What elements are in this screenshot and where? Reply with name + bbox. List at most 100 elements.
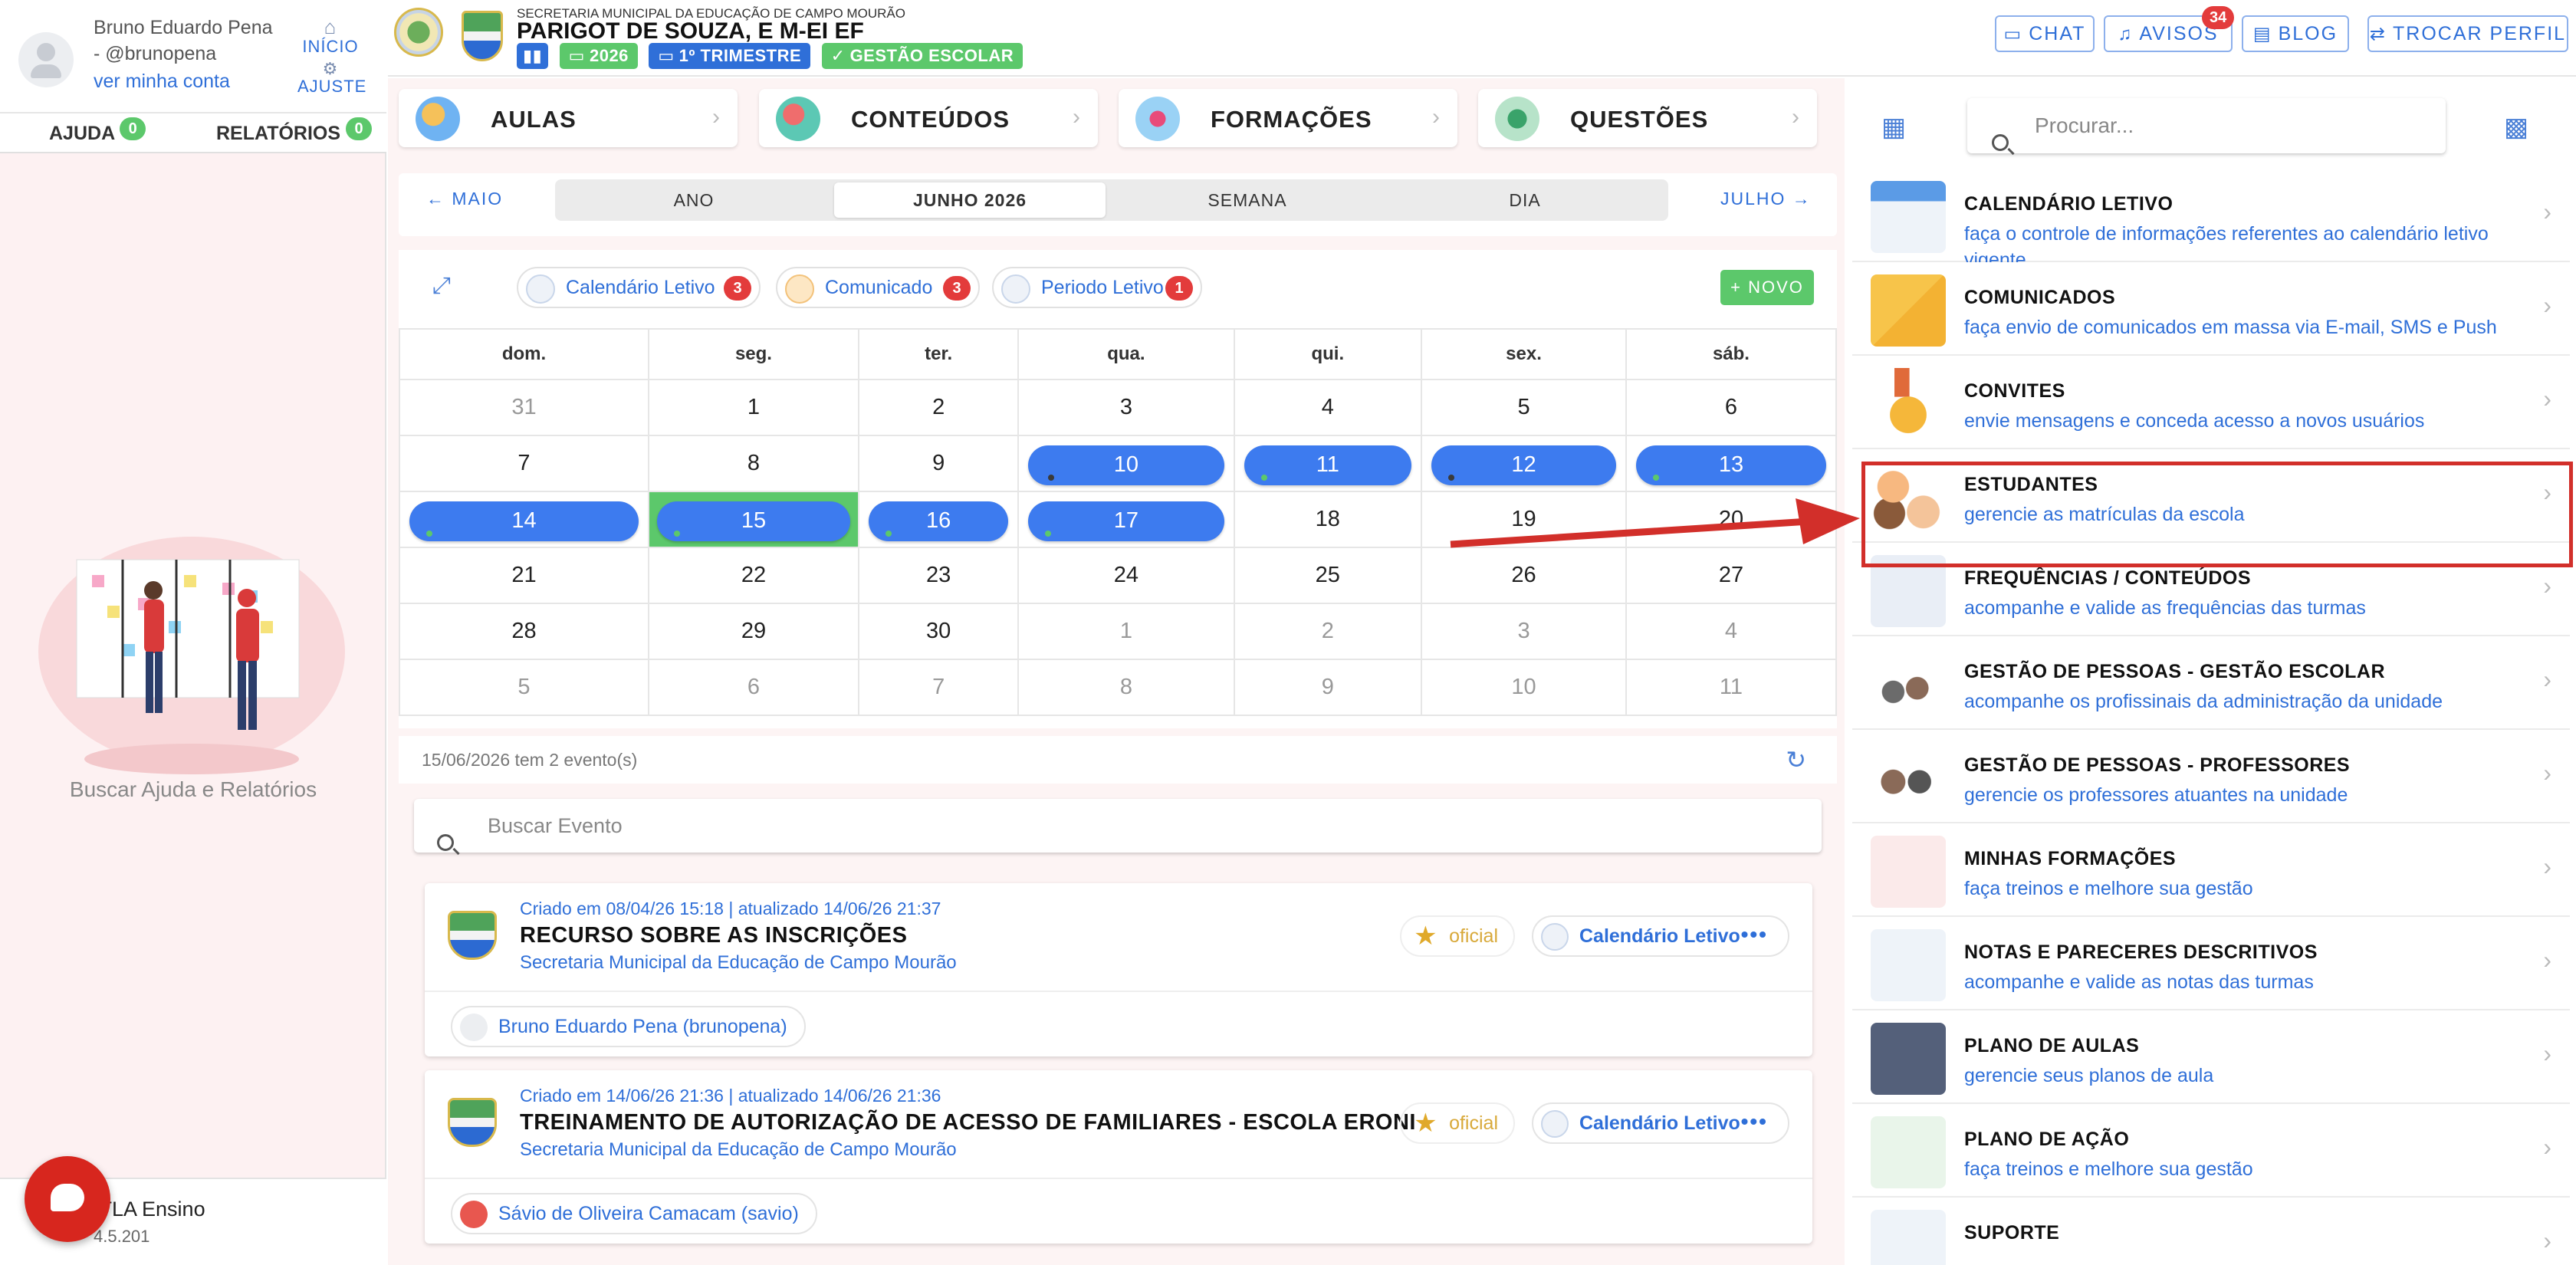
year-chip[interactable]: ▭ 2026 — [559, 43, 638, 69]
calendar-day[interactable]: 15 — [647, 491, 859, 548]
reports-tab[interactable]: RELATÓRIOS 0 — [216, 117, 372, 146]
calendar-day[interactable]: 3 — [1421, 603, 1627, 660]
term-chip[interactable]: ▭ 1º TRIMESTRE — [649, 43, 811, 69]
event-card[interactable]: Criado em 14/06/26 21:36 | atualizado 14… — [425, 1070, 1812, 1244]
calendar-day[interactable]: 9 — [1233, 659, 1423, 716]
menu-item[interactable]: CALENDÁRIO LETIVO faça o controle de info… — [1852, 169, 2570, 271]
event-card[interactable]: Criado em 08/04/26 15:18 | atualizado 14… — [425, 883, 1812, 1056]
calendar-day[interactable]: 2 — [1233, 603, 1423, 660]
event-category[interactable]: Calendário Letivo ••• — [1532, 1102, 1789, 1144]
menu-item[interactable]: COMUNICADOS faça envio de comunicados em … — [1852, 262, 2570, 356]
calendar-day[interactable]: 18 — [1233, 491, 1423, 548]
filter-periodo-letivo[interactable]: Periodo Letivo 1 — [992, 267, 1202, 308]
view-month[interactable]: JUNHO 2026 — [834, 182, 1106, 218]
module-conteudos[interactable]: CONTEÚDOS › — [759, 89, 1098, 147]
calendar-day[interactable]: 6 — [1625, 379, 1838, 436]
event-owner[interactable]: Sávio de Oliveira Camacam (savio) — [451, 1193, 817, 1234]
chat-bubble-button[interactable] — [25, 1156, 110, 1242]
prev-month-button[interactable]: ← MAIO — [426, 189, 503, 209]
account-link[interactable]: ver minha conta — [94, 71, 230, 93]
calendar-day[interactable]: 10 — [1421, 659, 1627, 716]
menu-item[interactable]: CONVITES envie mensagens e conceda acesso… — [1852, 356, 2570, 449]
filter-comunicado[interactable]: Comunicado 3 — [776, 267, 980, 308]
event-owner[interactable]: Bruno Eduardo Pena (brunopena) — [451, 1006, 806, 1047]
blog-button[interactable]: ▤ BLOG — [2242, 15, 2349, 52]
menu-item[interactable]: NOTAS E PARECERES DESCRITIVOS acompanhe e… — [1852, 917, 2570, 1010]
calendar-day[interactable]: 30 — [857, 603, 1020, 660]
calendar-day[interactable]: 11 — [1625, 659, 1838, 716]
next-month-button[interactable]: JULHO → — [1720, 189, 1812, 209]
calendar-day[interactable]: 27 — [1625, 547, 1838, 604]
event-category[interactable]: Calendário Letivo ••• — [1532, 915, 1789, 957]
module-questoes[interactable]: QUESTÕES › — [1478, 89, 1817, 147]
module-aulas[interactable]: AULAS › — [399, 89, 738, 147]
calendar-day[interactable]: 1 — [1017, 603, 1235, 660]
view-semana[interactable]: SEMANA — [1112, 182, 1383, 218]
event-day-pill[interactable]: 15 — [656, 501, 850, 541]
event-day-pill[interactable]: 14 — [409, 501, 639, 541]
menu-item[interactable]: GESTÃO DE PESSOAS - GESTÃO ESCOLAR acompa… — [1852, 636, 2570, 730]
calendar-day[interactable]: 12 — [1421, 435, 1627, 492]
stats-icon[interactable]: ▮▮ — [517, 43, 549, 69]
calendar-day[interactable]: 28 — [399, 603, 649, 660]
calendar-day[interactable]: 22 — [647, 547, 859, 604]
grid-view-icon[interactable]: ▦ — [1881, 112, 1906, 143]
mgmt-chip[interactable]: ✓ GESTÃO ESCOLAR — [821, 43, 1024, 69]
calendar-day[interactable]: 25 — [1233, 547, 1423, 604]
calendar-day[interactable]: 29 — [647, 603, 859, 660]
expand-icon[interactable]: ⤢ — [432, 273, 451, 299]
menu-item[interactable]: PLANO DE AULAS gerencie seus planos de au… — [1852, 1010, 2570, 1104]
module-formacoes[interactable]: FORMAÇÕES › — [1119, 89, 1457, 147]
event-day-pill[interactable]: 13 — [1635, 445, 1826, 485]
calendar-day[interactable]: 8 — [1017, 659, 1235, 716]
event-day-pill[interactable]: 16 — [868, 501, 1009, 541]
calendar-day[interactable]: 4 — [1625, 603, 1838, 660]
refresh-icon[interactable]: ↻ — [1786, 736, 1806, 784]
avatar[interactable] — [18, 32, 74, 87]
view-ano[interactable]: ANO — [558, 182, 830, 218]
calendar-day[interactable]: 13 — [1625, 435, 1838, 492]
calendar-day[interactable]: 11 — [1233, 435, 1423, 492]
calendar-day[interactable]: 2 — [857, 379, 1020, 436]
help-tab[interactable]: AJUDA 0 — [49, 117, 146, 146]
menu-item[interactable]: MINHAS FORMAÇÕES faça treinos e melhore s… — [1852, 823, 2570, 917]
event-day-pill[interactable]: 10 — [1028, 445, 1224, 485]
calendar-day[interactable]: 5 — [399, 659, 649, 716]
settings-button[interactable]: ⚙ AJUSTE — [297, 61, 366, 97]
menu-item[interactable]: GESTÃO DE PESSOAS - PROFESSORES gerencie … — [1852, 730, 2570, 823]
new-event-button[interactable]: + NOVO — [1720, 270, 1814, 305]
calendar-day[interactable]: 9 — [857, 435, 1020, 492]
chat-button[interactable]: ▭ CHAT — [1995, 15, 2095, 52]
event-day-pill[interactable]: 12 — [1431, 445, 1616, 485]
calendar-day[interactable]: 31 — [399, 379, 649, 436]
calendar-day[interactable]: 16 — [857, 491, 1020, 548]
calendar-day[interactable]: 14 — [399, 491, 649, 548]
switch-profile-button[interactable]: ⇄ TROCAR PERFIL — [2367, 15, 2568, 52]
qr-code-icon[interactable]: ▩ — [2504, 112, 2528, 143]
filter-calendario-letivo[interactable]: Calendário Letivo 3 — [517, 267, 761, 308]
calendar-day[interactable]: 24 — [1017, 547, 1235, 604]
panel-search-input[interactable]: Procurar... — [1967, 98, 2446, 153]
calendar-day[interactable]: 21 — [399, 547, 649, 604]
calendar-day[interactable]: 1 — [647, 379, 859, 436]
event-org[interactable]: Secretaria Municipal da Educação de Camp… — [520, 1139, 957, 1161]
calendar-day[interactable]: 17 — [1017, 491, 1235, 548]
calendar-day[interactable]: 26 — [1421, 547, 1627, 604]
calendar-day[interactable]: 4 — [1233, 379, 1423, 436]
event-day-pill[interactable]: 17 — [1028, 501, 1224, 541]
calendar-day[interactable]: 5 — [1421, 379, 1627, 436]
calendar-day[interactable]: 23 — [857, 547, 1020, 604]
calendar-day[interactable]: 6 — [647, 659, 859, 716]
calendar-day[interactable]: 7 — [399, 435, 649, 492]
event-org[interactable]: Secretaria Municipal da Educação de Camp… — [520, 952, 957, 974]
calendar-day[interactable]: 7 — [857, 659, 1020, 716]
home-button[interactable]: ⌂ INÍCIO — [297, 17, 363, 57]
calendar-day[interactable]: 8 — [647, 435, 859, 492]
event-day-pill[interactable]: 11 — [1244, 445, 1412, 485]
menu-item[interactable]: PLANO DE AÇÃO faça treinos e melhore sua … — [1852, 1104, 2570, 1198]
view-dia[interactable]: DIA — [1389, 182, 1661, 218]
event-search-input[interactable]: Buscar Evento — [414, 799, 1822, 853]
calendar-day[interactable]: 3 — [1017, 379, 1235, 436]
calendar-day[interactable]: 10 — [1017, 435, 1235, 492]
menu-item[interactable]: SUPORTE › — [1852, 1198, 2570, 1265]
